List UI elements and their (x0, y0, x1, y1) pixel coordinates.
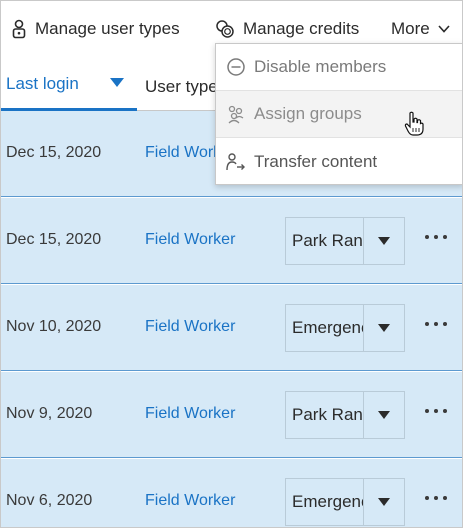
select-arrow-icon[interactable] (364, 392, 404, 438)
table-row[interactable]: Dec 15, 2020 Field Worker Park Ranger (1, 198, 462, 284)
user-type-link[interactable]: Field Worker (145, 318, 235, 336)
row-actions-icon[interactable] (425, 231, 447, 243)
role-select[interactable]: Emergency (285, 304, 405, 352)
role-value: Emergency (286, 479, 364, 525)
credits-icon (216, 20, 234, 38)
last-login-cell: Dec 15, 2020 (6, 231, 102, 248)
user-type-link[interactable]: Field Worker (145, 405, 235, 423)
select-arrow-icon[interactable] (364, 305, 404, 351)
role-value: Park Ranger (286, 218, 364, 264)
user-type-link[interactable]: Field Worker (145, 492, 235, 510)
users-icon (228, 105, 244, 124)
last-login-cell: Nov 9, 2020 (6, 405, 93, 422)
last-login-cell: Nov 10, 2020 (6, 318, 102, 335)
manage-credits-button[interactable]: Manage credits (215, 16, 359, 42)
table-row[interactable]: Nov 9, 2020 Field Worker Park Ranger (1, 372, 462, 458)
last-login-cell: Nov 6, 2020 (6, 492, 93, 509)
table-row[interactable]: Nov 6, 2020 Field Worker Emergency (1, 459, 462, 527)
user-lock-icon (12, 19, 26, 39)
select-arrow-icon[interactable] (364, 218, 404, 264)
row-actions-icon[interactable] (425, 405, 447, 417)
more-dropdown-menu: Disable members Assign groups Transfer c… (215, 43, 462, 185)
role-select[interactable]: Park Ranger (285, 217, 405, 265)
menu-item-transfer-content[interactable]: Transfer content (216, 138, 462, 185)
manage-user-types-label: Manage user types (35, 19, 180, 38)
select-arrow-icon[interactable] (364, 479, 404, 525)
members-table-window: Manage user types Manage credits More La… (0, 0, 463, 528)
role-select[interactable]: Emergency (285, 478, 405, 526)
menu-item-label: Transfer content (254, 151, 378, 171)
menu-item-disable-members[interactable]: Disable members (216, 44, 462, 91)
row-actions-icon[interactable] (425, 318, 447, 330)
row-actions-icon[interactable] (425, 492, 447, 504)
more-label: More (391, 19, 430, 38)
menu-item-label: Assign groups (254, 104, 362, 123)
hand-pointer-cursor-icon (404, 111, 424, 136)
table-row[interactable]: Nov 10, 2020 Field Worker Emergency (1, 285, 462, 371)
last-login-column-header[interactable]: Last login (6, 74, 79, 94)
minus-circle-icon (227, 58, 245, 76)
manage-user-types-button[interactable]: Manage user types (11, 16, 180, 42)
more-menu-button[interactable]: More (391, 16, 451, 42)
role-value: Park Ranger (286, 392, 364, 438)
transfer-user-icon (226, 152, 245, 170)
last-login-cell: Dec 15, 2020 (6, 144, 102, 161)
menu-item-assign-groups[interactable]: Assign groups (216, 91, 462, 138)
sort-descending-icon[interactable] (109, 77, 125, 89)
user-type-column-header[interactable]: User type (145, 77, 218, 97)
manage-credits-label: Manage credits (243, 19, 360, 38)
role-select[interactable]: Park Ranger (285, 391, 405, 439)
user-type-link[interactable]: Field Worker (145, 231, 235, 249)
role-value: Emergency (286, 305, 364, 351)
chevron-down-icon (438, 25, 450, 33)
menu-item-label: Disable members (254, 57, 387, 76)
